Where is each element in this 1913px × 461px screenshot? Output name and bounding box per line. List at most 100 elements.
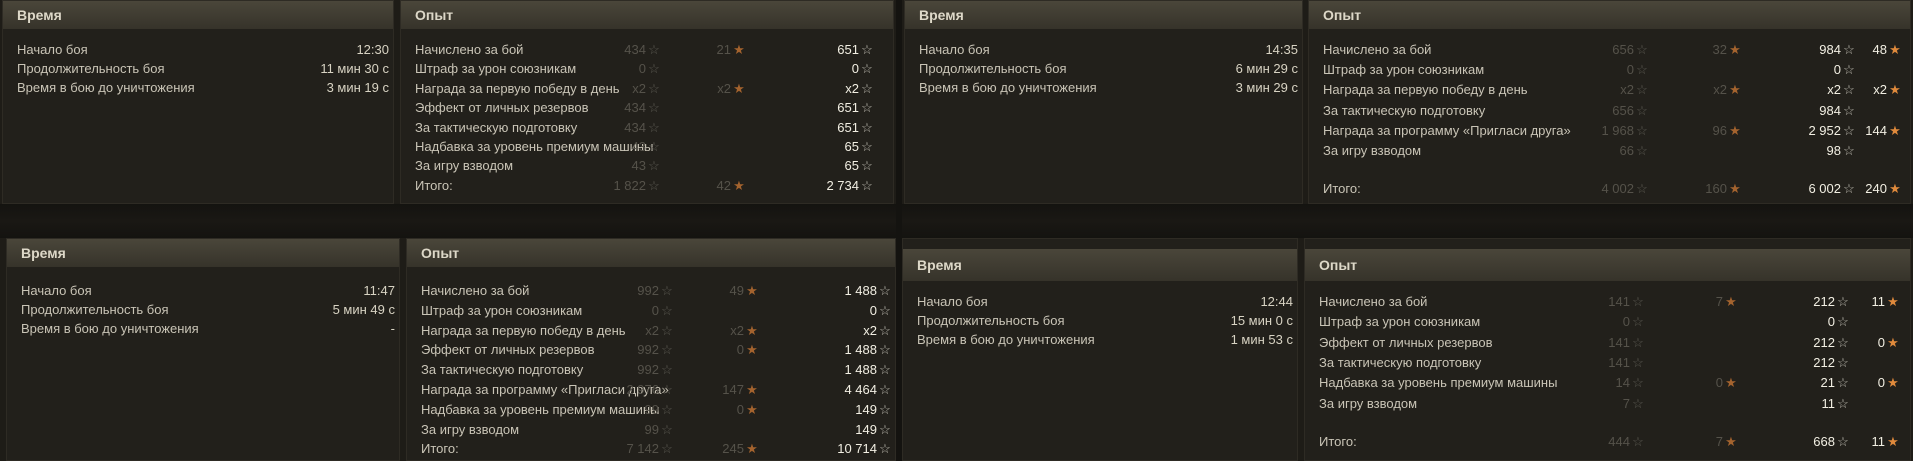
xp-value-col3: 4 464 ☆ (844, 381, 891, 399)
xp-star-icon: ☆ (1837, 354, 1849, 370)
xp-value-col1: 43 ☆ (632, 138, 660, 156)
xp-row-label: За игру взводом (1319, 395, 1418, 411)
xp-row-label: Итого: (1323, 181, 1361, 197)
xp-star-icon: ☆ (861, 158, 873, 174)
xp-value-col1: 141 ☆ (1608, 354, 1644, 372)
xp-row: Штраф за урон союзникам 0 ☆ 0 ☆ (1323, 61, 1903, 79)
time-section: Время Начало боя 12:30 Продолжительность … (2, 0, 394, 204)
time-row: Начало боя 12:30 (17, 42, 389, 57)
xp-star-icon: ☆ (1843, 102, 1855, 118)
xp-row: За игру взводом 43 ☆ 65 ☆ (415, 157, 885, 175)
xp-value-text: 99 (644, 401, 659, 417)
xp-star-icon: ☆ (648, 61, 660, 77)
xp-value-text: 2 952 (1808, 122, 1841, 138)
xp-value-col3: 1 488 ☆ (844, 361, 891, 379)
xp-row: Надбавка за уровень премиум машины 43 ☆ 65 ☆ (415, 138, 885, 156)
xp-value-col1: 66 ☆ (1620, 142, 1648, 160)
xp-value-col3: 984 ☆ (1819, 102, 1855, 120)
xp-value-text: 651 (837, 100, 859, 116)
time-section: Время Начало боя 11:47 Продолжительность … (6, 238, 400, 461)
xp-value-col4: 144 ★ (1865, 122, 1901, 140)
xp-row: Штраф за урон союзникам 0 ☆ 0 ☆ (415, 60, 885, 78)
battle-panel-2: Время Начало боя 14:35 Продолжительность … (902, 0, 1913, 204)
xp-row: За тактическую подготовку 141 ☆ 212 ☆ (1319, 354, 1903, 372)
xp-value-text: 651 (837, 119, 859, 135)
xp-star-icon: ☆ (661, 283, 673, 298)
xp-value-text: 32 (1712, 42, 1727, 57)
xp-value-text: 43 (631, 158, 646, 174)
xp-value-col1: 99 ☆ (645, 401, 673, 419)
xp-value-col2: x2 ★ (1713, 81, 1741, 99)
xp-value-text: 141 (1608, 294, 1630, 309)
xp-star-icon: ☆ (1632, 375, 1644, 391)
xp-value-col1: 992 ☆ (637, 341, 673, 359)
xp-star-icon: ☆ (648, 100, 660, 116)
time-row: Продолжительность боя 6 мин 29 с (919, 61, 1298, 76)
xp-value-col2: 7 ★ (1716, 433, 1737, 451)
xp-value-text: 99 (644, 421, 659, 437)
xp-value-text: 1 822 (613, 177, 646, 193)
xp-value-col2: 0 ★ (737, 401, 758, 419)
xp-value-text: 992 (637, 362, 659, 378)
xp-value-text: 4 002 (1601, 181, 1634, 197)
xp-value-col4: x2 ★ (1873, 81, 1901, 99)
xp-value-text: 668 (1813, 433, 1835, 449)
xp-star-icon: ☆ (861, 42, 873, 57)
xp-row-label: Штраф за урон союзникам (421, 302, 583, 318)
xp-row: Надбавка за уровень премиум машины 99 ☆ 0 ★ 1… (421, 401, 891, 419)
time-row: Начало боя 12:44 (917, 294, 1293, 309)
xp-row: Награда за первую победу в день x2 ☆ x2 ★ x2 ☆… (1323, 81, 1903, 99)
xp-value-col4: 11 ★ (1872, 433, 1900, 451)
time-section: Время Начало боя 12:44 Продолжительность … (902, 238, 1298, 461)
xp-row: Штраф за урон союзникам 0 ☆ 0 ☆ (1319, 313, 1903, 331)
xp-star-icon: ☆ (1843, 143, 1855, 158)
xp-value-col4: 0 ★ (1878, 374, 1899, 392)
free-xp-star-icon: ★ (746, 322, 758, 338)
xp-star-icon: ☆ (1636, 102, 1648, 118)
free-xp-star-icon: ★ (733, 177, 745, 193)
xp-star-icon: ☆ (648, 42, 660, 57)
xp-row-label: Надбавка за уровень премиум машины (1319, 375, 1558, 391)
xp-star-icon: ☆ (1843, 82, 1855, 98)
xp-row-label: За тактическую подготовку (1323, 102, 1486, 118)
xp-value-text: x2 (730, 322, 744, 338)
xp-value-col3: 11 ☆ (1822, 395, 1850, 413)
xp-value-col3: 98 ☆ (1827, 142, 1855, 160)
xp-value-col1: x2 ☆ (632, 80, 660, 98)
xp-value-col1: 434 ☆ (624, 119, 660, 137)
xp-value-col1: 434 ☆ (624, 41, 660, 59)
xp-value-col1: x2 ☆ (1620, 81, 1648, 99)
xp-star-icon: ☆ (661, 441, 673, 457)
xp-value-col3: 0 ☆ (1834, 61, 1855, 79)
xp-star-icon: ☆ (648, 80, 660, 96)
xp-value-text: 42 (716, 177, 731, 193)
xp-star-icon: ☆ (1837, 334, 1849, 350)
xp-value-col1: 141 ☆ (1608, 334, 1644, 352)
free-xp-star-icon: ★ (746, 382, 758, 397)
xp-value-col2: 0 ★ (737, 341, 758, 359)
xp-value-text: 7 (1622, 395, 1630, 411)
xp-section: Опыт Начислено за бой 992 ☆ 49 ★ 1 488 ☆ Штраф … (406, 238, 896, 461)
time-row: Время в бою до уничтожения 3 мин 19 с (17, 80, 389, 95)
xp-value-text: 0 (1622, 314, 1630, 330)
xp-value-col3: 212 ☆ (1813, 293, 1849, 311)
xp-value-col2: 32 ★ (1713, 41, 1741, 59)
xp-value-text: 43 (631, 139, 646, 154)
xp-value-col1: 7 142 ☆ (626, 440, 673, 458)
xp-star-icon: ☆ (1632, 433, 1644, 449)
free-xp-star-icon: ★ (1725, 433, 1737, 449)
xp-value-text: 48 (1872, 42, 1887, 57)
xp-value-text: 0 (736, 342, 744, 358)
xp-star-icon: ☆ (879, 382, 891, 397)
xp-value-text: 245 (722, 441, 744, 457)
time-row: Продолжительность боя 15 мин 0 с (917, 313, 1293, 328)
xp-star-icon: ☆ (661, 322, 673, 338)
xp-star-icon: ☆ (1837, 395, 1849, 411)
time-row: Время в бою до уничтожения - (21, 321, 395, 336)
xp-value-text: 21 (716, 42, 731, 57)
xp-star-icon: ☆ (861, 177, 873, 193)
xp-value-text: 0 (869, 302, 877, 318)
xp-star-icon: ☆ (648, 119, 660, 135)
xp-row-label: Начислено за бой (421, 283, 530, 298)
xp-value-col3: 0 ☆ (870, 302, 891, 320)
